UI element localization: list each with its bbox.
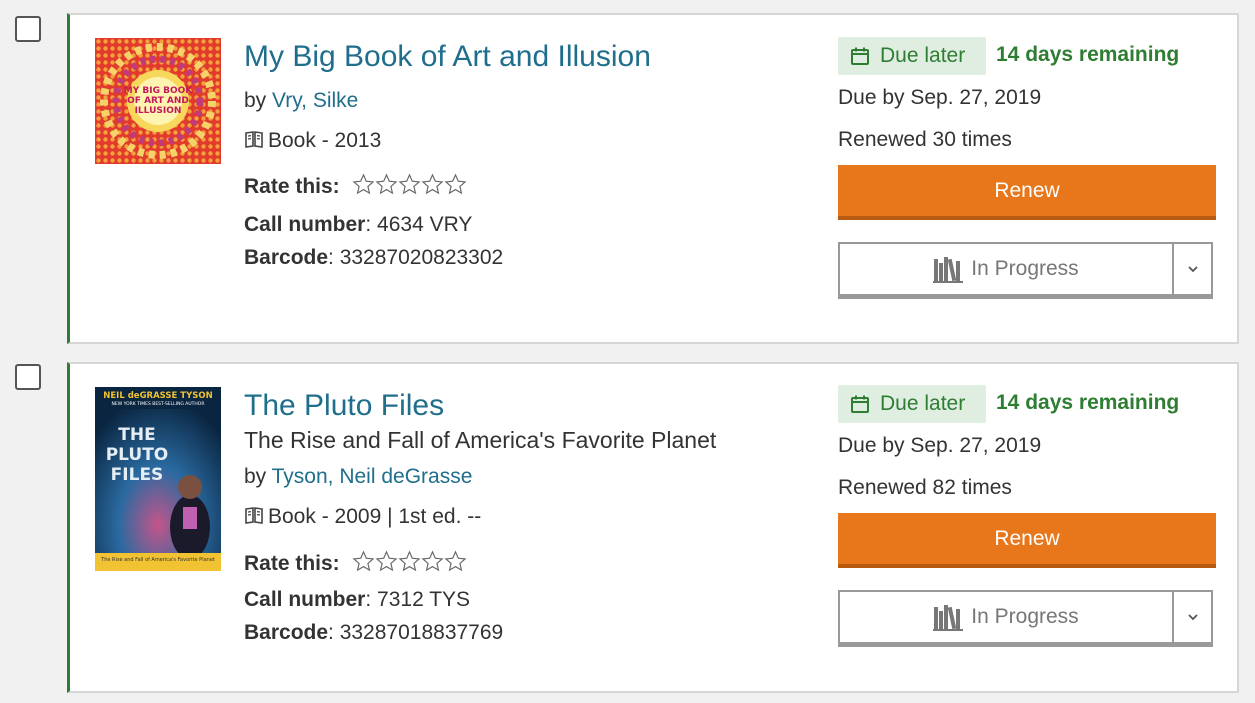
renew-count: Renewed 30 times — [838, 128, 1012, 151]
due-status-panel: Due later 14 days remaining Due by Sep. … — [838, 37, 1218, 307]
shelf-label: In Progress — [971, 605, 1079, 628]
due-badge: Due later — [838, 385, 986, 423]
due-status-panel: Due later 14 days remaining Due by Sep. … — [838, 385, 1218, 655]
renew-button[interactable]: Renew — [838, 165, 1216, 220]
renew-button[interactable]: Renew — [838, 513, 1216, 568]
barcode-label: Barcode — [244, 621, 329, 644]
rating-stars — [352, 173, 467, 196]
calendar-icon — [851, 395, 869, 413]
star-icon[interactable] — [352, 173, 375, 196]
book-icon — [245, 131, 263, 148]
shelf-dropdown: In Progress — [838, 590, 1213, 647]
shelf-button[interactable]: In Progress — [840, 592, 1172, 642]
shelf-dropdown-toggle[interactable] — [1172, 592, 1211, 642]
format-line: Book - 2013 — [244, 129, 381, 153]
list-item: NEIL deGRASSE TYSON NEW YORK TIMES BEST-… — [0, 345, 1255, 703]
call-number-line: Call number: 4634 VRY — [244, 213, 472, 237]
chevron-down-icon — [1187, 614, 1198, 621]
book-cover[interactable]: MY BIG BOOK OF ART AND ILLUSION — [95, 38, 221, 164]
barcode-value: : 33287020823302 — [328, 246, 504, 269]
book-cover[interactable]: NEIL deGRASSE TYSON NEW YORK TIMES BEST-… — [95, 387, 221, 571]
rate-label: Rate this: — [244, 552, 340, 575]
list-item: MY BIG BOOK OF ART AND ILLUSION My Big B… — [0, 0, 1255, 345]
item-subtitle: The Rise and Fall of America's Favorite … — [244, 427, 717, 453]
format-year: Book - 2013 — [268, 129, 382, 152]
star-icon[interactable] — [352, 550, 375, 573]
barcode-line: Barcode: 33287018837769 — [244, 621, 503, 645]
call-number-value: : 4634 VRY — [365, 213, 473, 236]
calendar-icon — [851, 47, 869, 65]
author-line: by Tyson, Neil deGrasse — [244, 465, 472, 489]
call-number-label: Call number — [244, 213, 366, 236]
shelf-button[interactable]: In Progress — [840, 244, 1172, 294]
rating-stars — [352, 550, 467, 573]
star-icon[interactable] — [444, 550, 467, 573]
star-icon[interactable] — [398, 173, 421, 196]
star-icon[interactable] — [444, 173, 467, 196]
item-info: The Pluto Files The Rise and Fall of Ame… — [244, 388, 817, 678]
author-line: by Vry, Silke — [244, 89, 358, 113]
item-info: My Big Book of Art and Illusion by Vry, … — [244, 39, 817, 319]
bookshelf-icon — [933, 605, 964, 631]
star-icon[interactable] — [421, 173, 444, 196]
author-link[interactable]: Tyson, Neil deGrasse — [272, 465, 473, 488]
star-icon[interactable] — [421, 550, 444, 573]
shelf-dropdown: In Progress — [838, 242, 1213, 299]
rate-label: Rate this: — [244, 175, 340, 198]
select-checkbox[interactable] — [15, 364, 41, 390]
shelf-dropdown-toggle[interactable] — [1172, 244, 1211, 294]
due-status: Due later — [880, 44, 966, 67]
author-link[interactable]: Vry, Silke — [272, 89, 358, 112]
days-remaining: 14 days remaining — [996, 43, 1180, 66]
by-label: by — [244, 465, 272, 488]
star-icon[interactable] — [375, 173, 398, 196]
cover-tagline: NEW YORK TIMES BEST-SELLING AUTHOR — [111, 402, 205, 407]
star-icon[interactable] — [398, 550, 421, 573]
cover-title: MY BIG BOOK OF ART AND ILLUSION — [123, 86, 193, 116]
barcode-value: : 33287018837769 — [328, 621, 504, 644]
item-title[interactable]: My Big Book of Art and Illusion — [244, 39, 651, 75]
item-title[interactable]: The Pluto Files — [244, 388, 444, 424]
call-number-label: Call number — [244, 588, 366, 611]
rating-line: Rate this: — [244, 550, 467, 576]
barcode-label: Barcode — [244, 246, 329, 269]
due-date: Due by Sep. 27, 2019 — [838, 86, 1042, 109]
due-date: Due by Sep. 27, 2019 — [838, 434, 1042, 457]
rating-line: Rate this: — [244, 173, 467, 199]
checkout-card: NEIL deGRASSE TYSON NEW YORK TIMES BEST-… — [67, 362, 1239, 693]
book-icon — [245, 507, 263, 524]
bookshelf-icon — [933, 257, 964, 283]
format-year: Book - 2009 | 1st ed. -- — [268, 505, 482, 528]
renew-count: Renewed 82 times — [838, 476, 1012, 499]
cover-title: THE PLUTO FILES — [105, 425, 169, 485]
select-checkbox[interactable] — [15, 16, 41, 42]
by-label: by — [244, 89, 273, 112]
star-icon[interactable] — [375, 550, 398, 573]
format-line: Book - 2009 | 1st ed. -- — [244, 505, 481, 529]
call-number-line: Call number: 7312 TYS — [244, 588, 470, 612]
days-remaining: 14 days remaining — [996, 391, 1180, 414]
call-number-value: : 7312 TYS — [365, 588, 471, 611]
cover-author: NEIL deGRASSE TYSON — [103, 391, 213, 401]
due-status: Due later — [880, 392, 966, 415]
checkout-card: MY BIG BOOK OF ART AND ILLUSION My Big B… — [67, 13, 1239, 344]
chevron-down-icon — [1187, 266, 1198, 273]
due-badge: Due later — [838, 37, 986, 75]
checkouts-list: MY BIG BOOK OF ART AND ILLUSION My Big B… — [0, 0, 1255, 703]
cover-subtitle: The Rise and Fall of America's Favorite … — [101, 557, 215, 563]
barcode-line: Barcode: 33287020823302 — [244, 246, 503, 270]
shelf-label: In Progress — [971, 257, 1079, 280]
